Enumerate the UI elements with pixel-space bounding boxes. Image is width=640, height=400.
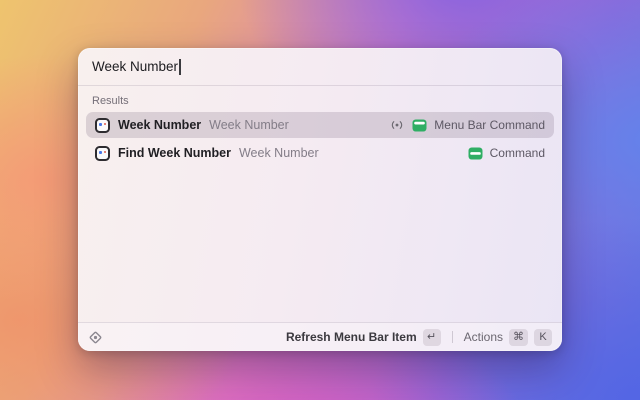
extension-icon: [95, 145, 110, 161]
launcher-window: Week Number Results Week Number Week Num…: [78, 48, 562, 351]
result-row-find-week-number[interactable]: Find Week Number Week Number Command: [86, 140, 554, 166]
cmd-key-badge: ⌘: [509, 328, 528, 346]
search-input[interactable]: Week Number: [78, 48, 562, 86]
results-section-header: Results: [92, 95, 129, 107]
footer-divider: [451, 331, 453, 343]
result-type-label: Menu Bar Command: [434, 118, 545, 132]
result-subtitle: Week Number: [209, 118, 289, 132]
broadcast-icon: [389, 119, 405, 131]
result-subtitle: Week Number: [238, 146, 319, 160]
extension-icon: [95, 117, 110, 133]
result-type-label: Command: [489, 146, 545, 160]
actions-button[interactable]: Actions: [464, 330, 503, 344]
search-input-value: Week Number: [92, 59, 179, 74]
result-title: Week Number: [118, 118, 202, 132]
return-key-badge: ↵: [422, 328, 441, 346]
primary-action-button[interactable]: Refresh Menu Bar Item: [286, 330, 417, 344]
desktop-wallpaper: Week Number Results Week Number Week Num…: [0, 0, 640, 400]
k-key-badge: K: [534, 328, 552, 346]
command-icon: [468, 147, 483, 160]
action-bar: Refresh Menu Bar Item ↵ Actions ⌘ K: [78, 322, 562, 351]
menu-bar-icon: [412, 119, 427, 132]
empty-area: [78, 168, 562, 322]
result-row-week-number[interactable]: Week Number Week Number Menu Bar Command: [86, 112, 554, 138]
text-caret: [179, 58, 181, 75]
results-list: Week Number Week Number Menu Bar Command…: [78, 112, 562, 168]
diamond-script-icon: [88, 330, 103, 345]
result-title: Find Week Number: [118, 146, 231, 160]
